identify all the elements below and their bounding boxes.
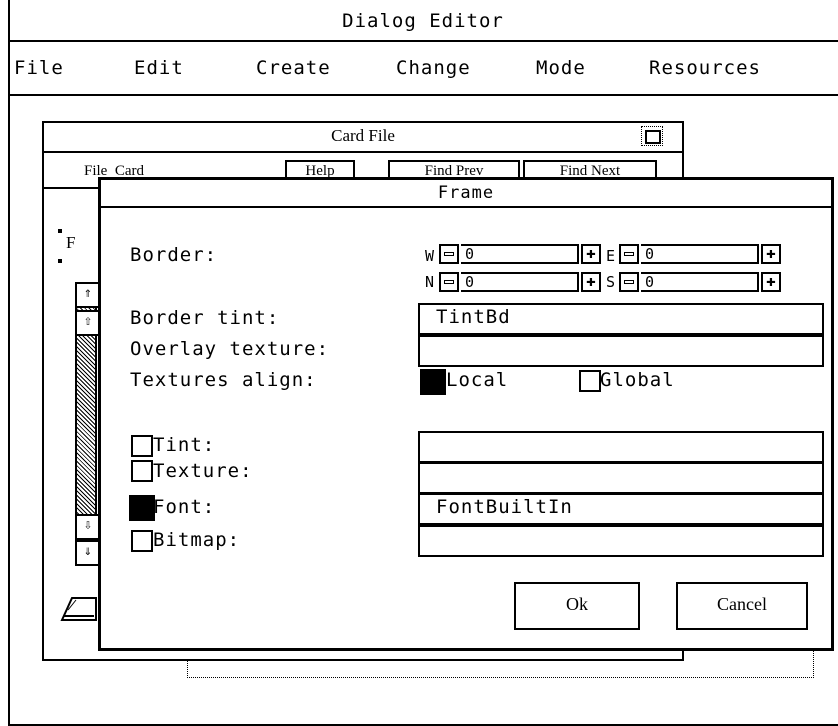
frame-title: Frame: [437, 183, 495, 203]
menu-bar: File Edit Create Change Mode Resources: [8, 42, 838, 96]
border-w-spinner: 0 ✚: [439, 244, 601, 264]
border-s-increment-icon[interactable]: ✚: [761, 272, 781, 292]
tint-input[interactable]: [418, 431, 824, 463]
border-e-decrement-icon[interactable]: [619, 244, 639, 264]
border-w-value[interactable]: 0: [461, 244, 579, 264]
ok-button[interactable]: Ok: [514, 582, 640, 630]
border-n-increment-icon[interactable]: ✚: [581, 272, 601, 292]
border-e-value[interactable]: 0: [641, 244, 759, 264]
bitmap-input[interactable]: [418, 525, 824, 557]
menu-change[interactable]: Change: [396, 57, 471, 79]
menu-resources[interactable]: Resources: [649, 57, 761, 79]
card-file-title-bar[interactable]: Card File: [44, 123, 682, 153]
border-tint-input[interactable]: TintBd: [418, 303, 824, 335]
border-n-value[interactable]: 0: [461, 272, 579, 292]
overlay-texture-input[interactable]: [418, 335, 824, 367]
frame-title-bar[interactable]: Frame: [101, 180, 831, 208]
texture-checkbox[interactable]: [131, 460, 153, 482]
textures-align-label: Textures align:: [130, 369, 317, 391]
border-n-label: N: [425, 273, 435, 291]
border-s-value[interactable]: 0: [641, 272, 759, 292]
border-label: Border:: [130, 244, 218, 266]
border-e-spinner: 0 ✚: [619, 244, 781, 264]
border-e-increment-icon[interactable]: ✚: [761, 244, 781, 264]
border-s-decrement-icon[interactable]: [619, 272, 639, 292]
border-n-decrement-icon[interactable]: [439, 272, 459, 292]
overlay-texture-label: Overlay texture:: [130, 338, 330, 360]
title-bar: Dialog Editor: [8, 0, 838, 42]
texture-input[interactable]: [418, 462, 824, 494]
texture-label: Texture:: [153, 460, 253, 482]
border-w-label: W: [425, 247, 435, 265]
bitmap-label: Bitmap:: [153, 529, 241, 551]
menu-create[interactable]: Create: [256, 57, 331, 79]
tint-label: Tint:: [153, 434, 216, 456]
align-local-checkbox[interactable]: [420, 369, 446, 395]
font-input[interactable]: FontBuiltIn: [418, 493, 824, 525]
border-w-decrement-icon[interactable]: [439, 244, 459, 264]
align-global-checkbox[interactable]: [579, 370, 601, 392]
border-n-spinner: 0 ✚: [439, 272, 601, 292]
card-file-field-label: F: [58, 229, 75, 263]
align-global-label[interactable]: Global: [600, 369, 675, 391]
border-tint-label: Border tint:: [130, 307, 280, 329]
align-local-label[interactable]: Local: [446, 369, 508, 391]
drive-icon: [60, 597, 97, 621]
window-title: Dialog Editor: [342, 10, 504, 32]
border-s-label: S: [606, 273, 616, 291]
border-s-spinner: 0 ✚: [619, 272, 781, 292]
font-checkbox[interactable]: [129, 495, 155, 521]
border-w-increment-icon[interactable]: ✚: [581, 244, 601, 264]
menu-edit[interactable]: Edit: [134, 57, 184, 79]
card-file-title: Card File: [331, 126, 395, 145]
tint-checkbox[interactable]: [131, 435, 153, 457]
cancel-button[interactable]: Cancel: [676, 582, 808, 630]
menu-file[interactable]: File: [14, 57, 64, 79]
menu-mode[interactable]: Mode: [536, 57, 586, 79]
font-label: Font:: [153, 496, 216, 518]
card-file-close-icon[interactable]: [641, 126, 663, 146]
bitmap-checkbox[interactable]: [131, 530, 153, 552]
border-e-label: E: [606, 247, 616, 265]
